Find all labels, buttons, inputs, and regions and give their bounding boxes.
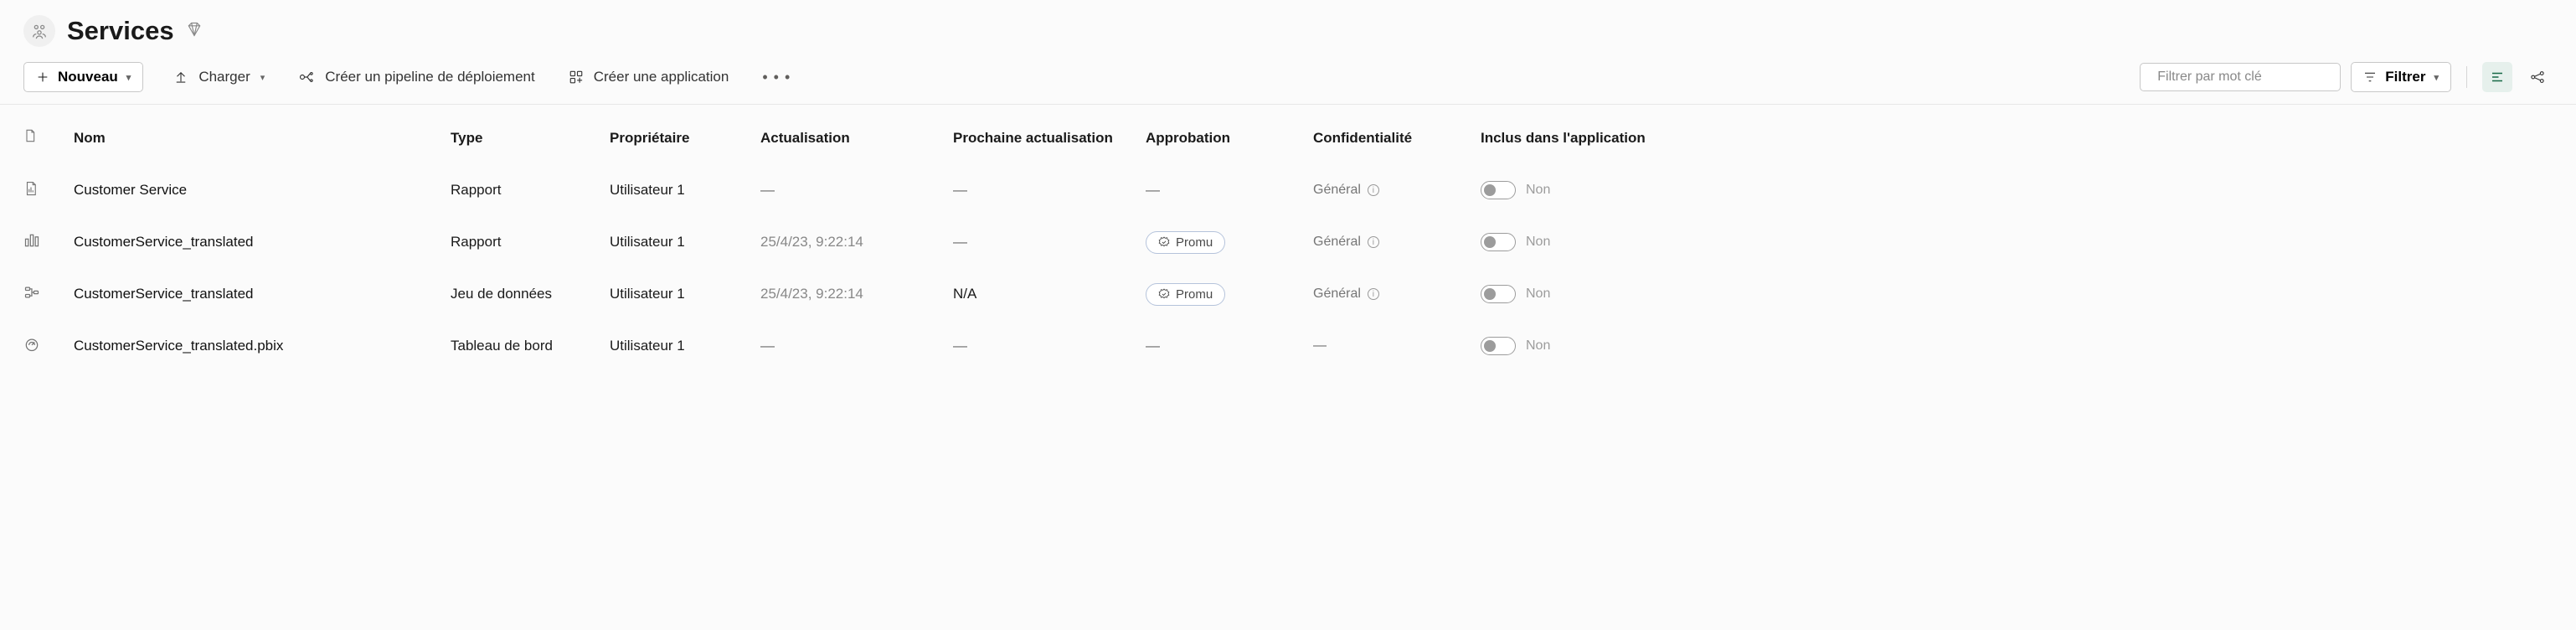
filter-button-label: Filtrer bbox=[2385, 69, 2425, 85]
row-name[interactable]: Customer Service bbox=[74, 182, 451, 199]
col-endorsement[interactable]: Approbation bbox=[1146, 130, 1313, 147]
col-sensitivity[interactable]: Confidentialité bbox=[1313, 130, 1481, 147]
row-owner: Utilisateur 1 bbox=[610, 234, 760, 250]
row-refresh: 25/4/23, 9:22:14 bbox=[760, 234, 953, 250]
row-endorsement: — bbox=[1146, 338, 1313, 354]
row-name[interactable]: CustomerService_translated bbox=[74, 286, 451, 302]
col-refresh[interactable]: Actualisation bbox=[760, 130, 953, 147]
toolbar-right: Filtrer ▾ bbox=[2140, 62, 2553, 92]
items-table: Nom Type Propriétaire Actualisation Proc… bbox=[0, 105, 2576, 372]
include-toggle[interactable] bbox=[1481, 181, 1516, 199]
col-included[interactable]: Inclus dans l'application bbox=[1481, 130, 1648, 147]
table-row[interactable]: CustomerService_translatedJeu de données… bbox=[23, 268, 2553, 320]
row-sensitivity: Général i bbox=[1313, 183, 1481, 198]
page-title: Services bbox=[67, 16, 174, 46]
new-button[interactable]: Nouveau ▾ bbox=[23, 62, 143, 92]
info-icon: i bbox=[1368, 184, 1379, 196]
promoted-badge: Promu bbox=[1146, 231, 1225, 254]
info-icon: i bbox=[1368, 236, 1379, 248]
row-type-icon bbox=[23, 180, 74, 201]
premium-icon bbox=[186, 21, 203, 42]
row-next-refresh: N/A bbox=[953, 286, 1146, 302]
divider bbox=[2466, 66, 2467, 88]
filter-icon bbox=[2363, 70, 2377, 84]
row-type: Tableau de bord bbox=[451, 338, 610, 354]
row-included: Non bbox=[1481, 233, 1648, 251]
chevron-down-icon: ▾ bbox=[2434, 72, 2439, 83]
row-included: Non bbox=[1481, 181, 1648, 199]
table-header-row: Nom Type Propriétaire Actualisation Proc… bbox=[23, 105, 2553, 164]
row-type-icon bbox=[23, 284, 74, 305]
col-icon bbox=[23, 128, 74, 147]
row-included: Non bbox=[1481, 285, 1648, 303]
row-sensitivity: Général i bbox=[1313, 235, 1481, 250]
chevron-down-icon: ▾ bbox=[126, 72, 131, 83]
search-input-wrapper[interactable] bbox=[2140, 63, 2341, 91]
include-toggle[interactable] bbox=[1481, 233, 1516, 251]
row-sensitivity: — bbox=[1313, 338, 1481, 354]
more-actions-button[interactable]: • • • bbox=[759, 64, 794, 91]
row-owner: Utilisateur 1 bbox=[610, 182, 760, 199]
upload-icon bbox=[173, 70, 188, 85]
create-pipeline-button[interactable]: Créer un pipeline de déploiement bbox=[295, 64, 538, 90]
row-next-refresh: — bbox=[953, 234, 1146, 250]
toolbar-left: Nouveau ▾ Charger ▾ Créer un pipeline de… bbox=[23, 62, 2115, 92]
row-sensitivity: Général i bbox=[1313, 287, 1481, 302]
lineage-view-button[interactable] bbox=[2522, 62, 2553, 92]
row-type: Rapport bbox=[451, 234, 610, 250]
col-name[interactable]: Nom bbox=[74, 130, 451, 147]
row-endorsement: — bbox=[1146, 182, 1313, 199]
row-owner: Utilisateur 1 bbox=[610, 338, 760, 354]
row-refresh: 25/4/23, 9:22:14 bbox=[760, 286, 953, 302]
table-row[interactable]: Customer ServiceRapportUtilisateur 1———G… bbox=[23, 164, 2553, 216]
include-toggle[interactable] bbox=[1481, 285, 1516, 303]
table-row[interactable]: CustomerService_translatedRapportUtilisa… bbox=[23, 216, 2553, 268]
app-icon bbox=[569, 70, 584, 85]
table-body: Customer ServiceRapportUtilisateur 1———G… bbox=[23, 164, 2553, 372]
col-type[interactable]: Type bbox=[451, 130, 610, 147]
include-toggle[interactable] bbox=[1481, 337, 1516, 355]
table-row[interactable]: CustomerService_translated.pbixTableau d… bbox=[23, 320, 2553, 372]
create-app-label: Créer une application bbox=[594, 69, 729, 85]
row-owner: Utilisateur 1 bbox=[610, 286, 760, 302]
row-endorsement: Promu bbox=[1146, 231, 1313, 254]
new-button-label: Nouveau bbox=[58, 69, 118, 85]
row-type: Rapport bbox=[451, 182, 610, 199]
row-next-refresh: — bbox=[953, 182, 1146, 199]
row-endorsement: Promu bbox=[1146, 283, 1313, 306]
list-view-button[interactable] bbox=[2482, 62, 2512, 92]
workspace-icon bbox=[23, 15, 55, 47]
promoted-icon bbox=[1158, 288, 1170, 300]
create-pipeline-label: Créer un pipeline de déploiement bbox=[325, 69, 534, 85]
chevron-down-icon: ▾ bbox=[260, 72, 265, 83]
page-header: Services bbox=[0, 0, 2576, 54]
toolbar: Nouveau ▾ Charger ▾ Créer un pipeline de… bbox=[0, 54, 2576, 105]
filter-button[interactable]: Filtrer ▾ bbox=[2351, 62, 2451, 92]
lineage-icon bbox=[2530, 70, 2545, 85]
promoted-badge: Promu bbox=[1146, 283, 1225, 306]
plus-icon bbox=[36, 70, 49, 84]
create-app-button[interactable]: Créer une application bbox=[565, 64, 733, 90]
col-owner[interactable]: Propriétaire bbox=[610, 130, 760, 147]
search-input[interactable] bbox=[2157, 70, 2331, 85]
list-view-icon bbox=[2490, 70, 2505, 85]
col-next-refresh[interactable]: Prochaine actualisation bbox=[953, 130, 1146, 147]
row-name[interactable]: CustomerService_translated bbox=[74, 234, 451, 250]
row-type-icon bbox=[23, 336, 74, 357]
promoted-icon bbox=[1158, 236, 1170, 248]
ellipsis-icon: • • • bbox=[762, 69, 791, 86]
row-type: Jeu de données bbox=[451, 286, 610, 302]
row-refresh: — bbox=[760, 182, 953, 199]
upload-button[interactable]: Charger ▾ bbox=[170, 64, 268, 90]
row-refresh: — bbox=[760, 338, 953, 354]
pipeline-icon bbox=[298, 69, 315, 85]
row-name[interactable]: CustomerService_translated.pbix bbox=[74, 338, 451, 354]
row-type-icon bbox=[23, 232, 74, 253]
row-next-refresh: — bbox=[953, 338, 1146, 354]
row-included: Non bbox=[1481, 337, 1648, 355]
upload-button-label: Charger bbox=[198, 69, 250, 85]
info-icon: i bbox=[1368, 288, 1379, 300]
